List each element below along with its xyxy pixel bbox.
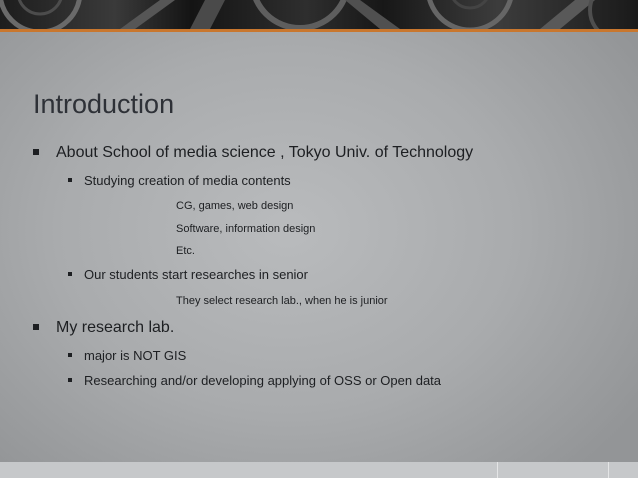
list-item: major is NOT GIS bbox=[84, 348, 187, 363]
bullet-square-icon bbox=[68, 272, 72, 276]
list-item: They select research lab., when he is ju… bbox=[176, 295, 388, 307]
header-accent-line bbox=[0, 29, 638, 32]
bullet-square-icon bbox=[68, 178, 72, 182]
list-item: Etc. bbox=[176, 245, 195, 257]
list-item: CG, games, web design bbox=[176, 200, 294, 212]
bullet-square-icon bbox=[68, 353, 72, 357]
list-item: Studying creation of media contents bbox=[84, 173, 291, 188]
list-item: Our students start researches in senior bbox=[84, 267, 308, 282]
bullet-square-icon bbox=[68, 378, 72, 382]
footer-segment bbox=[497, 462, 609, 478]
list-item: Researching and/or developing applying o… bbox=[84, 373, 442, 388]
wheel-photo-graphic bbox=[0, 0, 600, 29]
bullet-square-icon bbox=[33, 324, 39, 330]
list-item: About School of media science , Tokyo Un… bbox=[56, 144, 474, 161]
footer-segment bbox=[608, 462, 638, 478]
slide-title: Introduction bbox=[33, 89, 175, 119]
bullet-square-icon bbox=[33, 149, 39, 155]
list-item: Software, information design bbox=[176, 223, 316, 235]
list-item: My research lab. bbox=[56, 319, 175, 336]
slide-canvas: Introduction About School of media scien… bbox=[0, 0, 638, 478]
header-banner-image bbox=[0, 0, 638, 29]
